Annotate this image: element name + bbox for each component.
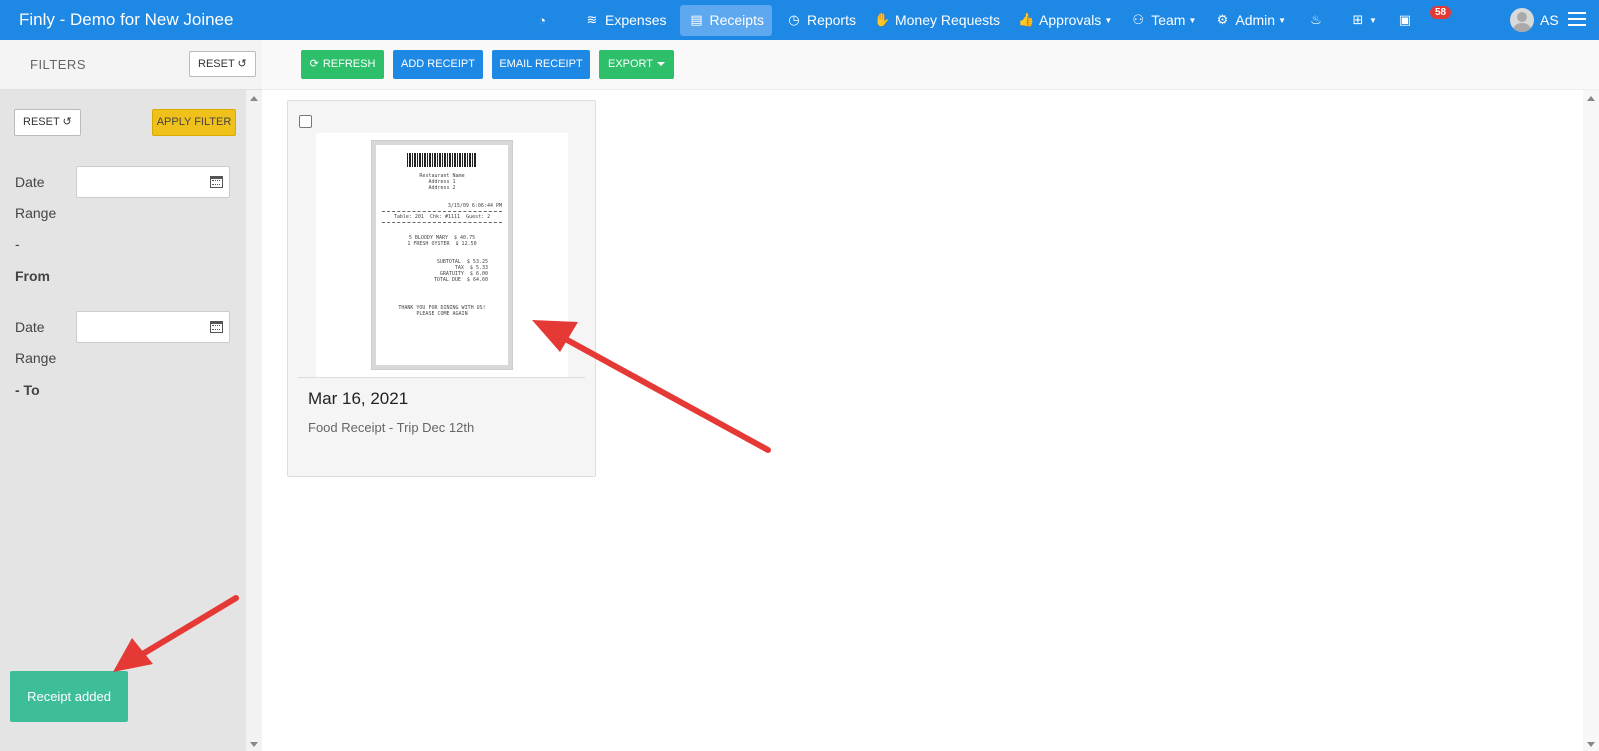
nav-receipts[interactable]: ▤ Receipts [680,4,772,36]
top-navbar: Finly - Demo for New Joinee ◔ ≋ Expenses… [0,0,1599,40]
calendar-icon[interactable] [210,176,223,188]
nav-expenses[interactable]: ≋ Expenses [576,5,674,36]
inbox-count-badge: 58 [1430,6,1452,19]
apply-filter-button[interactable]: APPLY FILTER [152,109,236,136]
date-to-label-2: Range [15,350,57,366]
main-scrollbar[interactable] [1583,90,1599,751]
user-gear-icon: ⚙ [1216,12,1229,27]
date-from-label-1: Date [15,174,45,190]
caret-down-icon [657,62,666,67]
receipt-added-toast: Receipt added [10,671,128,722]
filters-header: FILTERS RESET ↺ [0,40,262,90]
user-initials: AS [1540,12,1559,28]
nav-admin[interactable]: ⚙ Admin ▼ [1206,5,1294,36]
nav-receipts-label: Receipts [709,12,764,28]
user-menu[interactable]: AS [1510,8,1559,32]
date-from-label-4: From [15,268,50,284]
sidebar-scrollbar[interactable] [246,90,262,751]
add-receipt-button[interactable]: ADD RECEIPT [393,50,483,79]
nav-dashboard[interactable]: ◔ [526,5,558,36]
reset-icon: ↺ [62,116,72,128]
refresh-icon: ⟳ [309,58,319,70]
thumbs-up-icon: 👍 [1018,12,1035,27]
dashboard-icon: ◔ [538,12,546,28]
team-icon: ⚇ [1132,12,1145,27]
cake-icon: ♨ [1310,12,1322,27]
nav-menu: ◔ ≋ Expenses ▤ Receipts ◷ Reports ✋ Mone… [526,0,1421,40]
receipt-text: PLEASE COME AGAIN [416,311,468,317]
nav-birthday[interactable]: ♨ [1300,5,1332,36]
date-to-label-1: Date [15,319,45,335]
nav-approvals-label: Approvals [1039,12,1102,28]
coins-icon: ≋ [586,12,598,27]
date-from-input[interactable] [76,166,230,198]
nav-expenses-label: Expenses [605,12,667,28]
nav-inbox[interactable]: ▣ [1389,5,1421,36]
date-from-label-2: Range [15,205,57,221]
receipt-divider [382,211,502,212]
avatar [1510,8,1534,32]
hamburger-menu-icon[interactable] [1568,12,1586,27]
receipt-text: Table: 201 Chk: #1111 Guest: 2 [393,214,491,220]
nav-team-label: Team [1151,12,1186,28]
scroll-up-arrow[interactable] [250,96,258,101]
chevron-down-icon: ▼ [1188,15,1197,25]
chevron-down-icon: ▼ [1369,15,1377,25]
nav-reports[interactable]: ◷ Reports [778,5,864,36]
filter-reset-button[interactable]: RESET ↺ [14,109,81,136]
scroll-down-arrow[interactable] [1587,742,1595,747]
receipt-text: 3/15/09 6:06:44 PM [447,203,502,209]
card-divider [298,377,585,378]
receipt-thumbnail[interactable]: Restaurant Name Address 1 Address 2 3/15… [316,133,568,377]
reset-label: RESET [198,58,235,70]
receipt-divider [382,222,502,223]
receipts-toolbar: ⟳ REFRESH ADD RECEIPT EMAIL RECEIPT EXPOR… [262,40,1599,90]
receipt-text: Address 2 [428,185,456,191]
nav-approvals[interactable]: 👍 Approvals ▼ [1010,5,1120,36]
scroll-down-arrow[interactable] [250,742,258,747]
pie-chart-icon: ◷ [788,12,800,27]
refresh-button[interactable]: ⟳ REFRESH [301,50,384,79]
filters-sidebar: FILTERS RESET ↺ RESET ↺ APPLY FILTER Dat… [0,40,262,751]
filters-title: FILTERS [30,57,86,72]
receipt-icon: ▤ [690,12,703,27]
nav-admin-label: Admin [1235,12,1276,28]
receipt-text: 1 FRESH OYSTER $ 12.50 [407,241,477,247]
hand-money-icon: ✋ [873,12,891,27]
export-button[interactable]: EXPORT [599,50,674,79]
nav-money-requests-label: Money Requests [894,12,1001,28]
date-to-input[interactable] [76,311,230,343]
reset-label: RESET [23,116,60,128]
calendar-icon[interactable] [210,321,223,333]
chevron-down-icon: ▼ [1104,15,1113,25]
nav-team[interactable]: ⚇ Team ▼ [1122,5,1204,36]
chevron-down-icon: ▼ [1278,15,1286,25]
inbox-icon: ▣ [1398,12,1412,27]
receipt-description: Food Receipt - Trip Dec 12th [308,420,475,435]
email-receipt-button[interactable]: EMAIL RECEIPT [492,50,590,79]
plus-square-icon: ⊞ [1352,12,1364,27]
date-to-label-3: - To [15,382,40,398]
refresh-label: REFRESH [322,58,376,70]
date-from-label-3: - [15,236,20,252]
reset-icon: ↺ [237,58,247,70]
header-reset-button[interactable]: RESET ↺ [189,51,256,77]
nav-money-requests[interactable]: ✋ Money Requests [866,5,1008,36]
export-label: EXPORT [607,58,654,70]
receipt-image: Restaurant Name Address 1 Address 2 3/15… [372,141,512,369]
receipt-date: Mar 16, 2021 [308,389,409,408]
receipt-select-checkbox[interactable] [299,115,312,128]
nav-add-new[interactable]: ⊞ ▼ [1342,5,1385,36]
barcode-image [407,153,477,167]
scroll-up-arrow[interactable] [1587,96,1595,101]
nav-reports-label: Reports [806,12,856,28]
receipt-text: TOTAL DUE $ 64.60 [433,277,488,283]
app-brand[interactable]: Finly - Demo for New Joinee [19,10,233,30]
receipt-card[interactable]: Restaurant Name Address 1 Address 2 3/15… [287,100,596,477]
